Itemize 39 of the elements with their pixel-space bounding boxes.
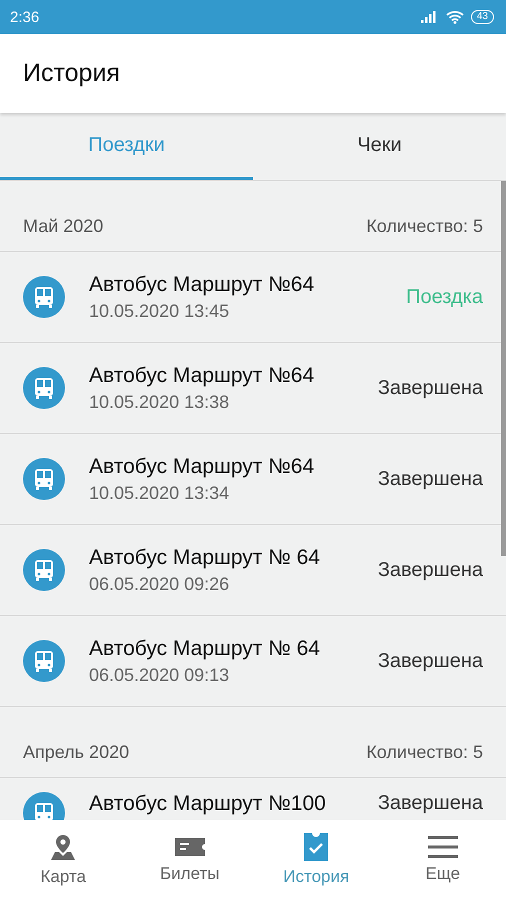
trip-status: Завершена [378, 376, 483, 400]
trip-status: Завершена [378, 792, 483, 815]
route-name: Автобус Маршрут № 64 [89, 546, 321, 570]
trip-status: Завершена [378, 650, 483, 672]
route-name: Автобус Маршрут №64 [89, 364, 316, 388]
trip-datetime: 10.05.2020 13:34 [89, 482, 230, 504]
route-name: Автобус Маршрут №64 [89, 272, 316, 296]
trip-datetime: 10.05.2020 13:45 [89, 300, 230, 322]
nav-item[interactable]: Еще [380, 820, 506, 900]
route-name: Автобус Маршрут №64 [89, 454, 316, 478]
bus-icon [23, 367, 65, 409]
bus-icon [23, 276, 65, 318]
page-title: История [23, 59, 120, 88]
tab[interactable]: Чеки [253, 113, 506, 180]
bus-icon [23, 549, 65, 591]
trip-status: Поездка [406, 286, 483, 308]
trip-datetime: 06.05.2020 09:26 [89, 574, 230, 594]
map-pin-icon [50, 833, 76, 861]
trip-count: Количество: 5 [366, 216, 483, 236]
ticket-icon [174, 836, 205, 858]
battery-level: 43 [470, 10, 494, 24]
trip-count: Количество: 5 [366, 742, 483, 762]
nav-item[interactable]: История [253, 820, 380, 900]
nav-item[interactable]: Карта [0, 820, 126, 900]
menu-icon [428, 836, 458, 858]
ticket-check-icon [304, 833, 328, 861]
route-name: Автобус Маршрут №100 [89, 792, 327, 816]
trip-status: Завершена [378, 468, 483, 490]
trip-datetime: 06.05.2020 09:13 [89, 664, 230, 686]
month-heading: Май 2020 [23, 216, 104, 236]
nav-item[interactable]: Билеты [126, 820, 253, 900]
status-time: 2:36 [10, 8, 40, 26]
bus-icon [23, 458, 65, 500]
route-name: Автобус Маршрут № 64 [89, 636, 321, 660]
bus-icon [23, 640, 65, 682]
trip-status: Завершена [378, 558, 483, 582]
wifi-icon [446, 10, 464, 24]
trip-datetime: 10.05.2020 13:38 [89, 392, 230, 412]
month-heading: Апрель 2020 [23, 742, 130, 762]
